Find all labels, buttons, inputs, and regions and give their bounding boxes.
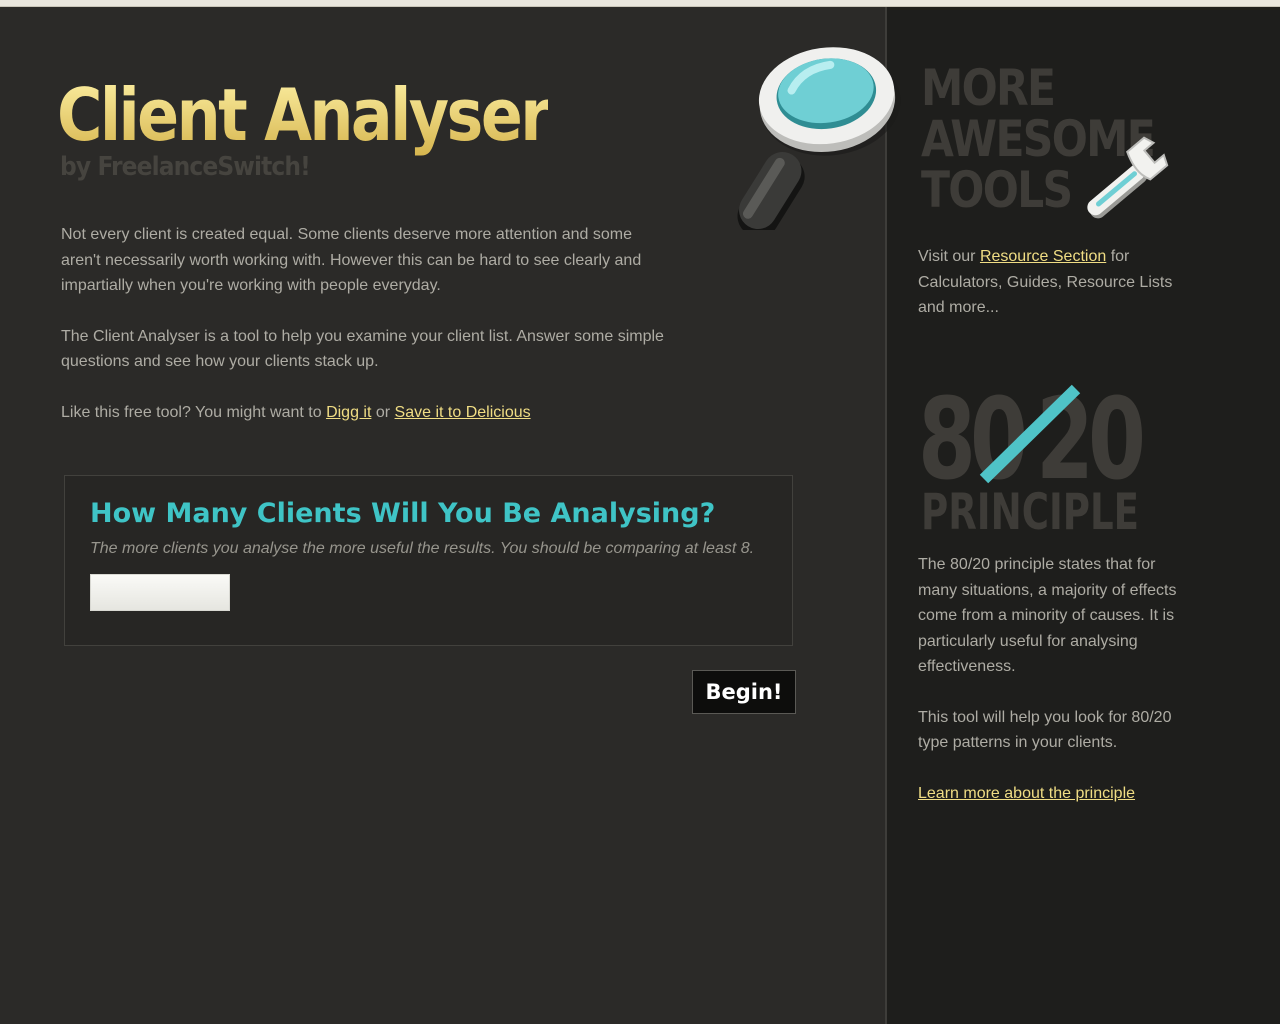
page-subtitle: by FreelanceSwitch! — [60, 152, 311, 182]
delicious-link[interactable]: Save it to Delicious — [395, 404, 531, 421]
share-or: or — [371, 403, 395, 421]
principle-paragraph-2: This tool will help you look for 80/20 t… — [918, 708, 1172, 752]
resource-text: Visit our Resource Section for Calculato… — [918, 244, 1188, 321]
intro-text: Not every client is created equal. Some … — [61, 222, 671, 450]
clients-count-panel: How Many Clients Will You Be Analysing? … — [64, 475, 793, 646]
intro-paragraph-3: Like this free tool? You might want to D… — [61, 400, 671, 426]
digg-link[interactable]: Digg it — [326, 404, 371, 421]
principle-paragraph-1: The 80/20 principle states that for many… — [918, 556, 1177, 675]
principle-text: The 80/20 principle states that for many… — [918, 552, 1180, 781]
share-prompt: Like this free tool? You might want to — [61, 403, 327, 421]
begin-button[interactable]: Begin! — [692, 670, 796, 714]
magnifier-icon — [737, 47, 901, 230]
intro-paragraph-2: The Client Analyser is a tool to help yo… — [61, 327, 664, 371]
page-title: Client Analyser — [57, 70, 551, 160]
resource-prefix: Visit our — [918, 248, 980, 265]
clients-count-input[interactable] — [90, 574, 230, 611]
learn-principle-link[interactable]: Learn more about the principle — [918, 781, 1135, 806]
resource-section-link[interactable]: Resource Section — [980, 248, 1106, 265]
principle-80-20-graphic[interactable]: 80 20 PRINCIPLE — [918, 383, 1148, 535]
question-hint: The more clients you analyse the more us… — [90, 540, 755, 557]
principle-word: PRINCIPLE — [921, 483, 1139, 535]
more-tools-line-1: MORE — [921, 59, 1056, 117]
question-title: How Many Clients Will You Be Analysing? — [90, 498, 716, 529]
browser-top-edge — [0, 0, 1280, 7]
intro-paragraph-1: Not every client is created equal. Some … — [61, 226, 642, 294]
wrench-icon — [1087, 136, 1169, 219]
